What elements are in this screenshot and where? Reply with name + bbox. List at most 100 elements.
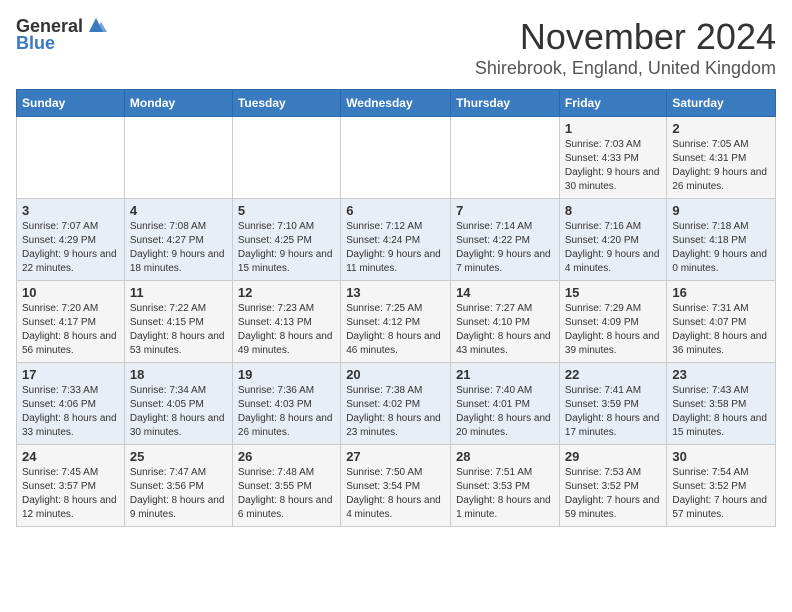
day-number: 30 [672, 449, 770, 464]
day-number: 14 [456, 285, 554, 300]
calendar-cell: 21 Sunrise: 7:40 AMSunset: 4:01 PMDayligh… [451, 363, 560, 445]
day-number: 18 [130, 367, 227, 382]
calendar-cell: 30 Sunrise: 7:54 AMSunset: 3:52 PMDayligh… [667, 445, 776, 527]
weekday-header: Tuesday [232, 90, 340, 117]
calendar-cell: 17 Sunrise: 7:33 AMSunset: 4:06 PMDayligh… [17, 363, 125, 445]
day-number: 25 [130, 449, 227, 464]
calendar-cell: 1Sunrise: 7:03 AMSunset: 4:33 PMDaylight… [559, 117, 666, 199]
weekday-header: Saturday [667, 90, 776, 117]
calendar-cell [451, 117, 560, 199]
calendar-cell: 14 Sunrise: 7:27 AMSunset: 4:10 PMDayligh… [451, 281, 560, 363]
day-number: 7 [456, 203, 554, 218]
day-number: 20 [346, 367, 445, 382]
day-info: Sunrise: 7:51 AMSunset: 3:53 PMDaylight:… [456, 466, 554, 522]
day-number: 1 [565, 121, 661, 136]
logo-icon [85, 14, 107, 36]
title-section: November 2024 Shirebrook, England, Unite… [475, 16, 776, 79]
day-number: 21 [456, 367, 554, 382]
weekday-header-row: SundayMondayTuesdayWednesdayThursdayFrid… [17, 90, 776, 117]
day-number: 9 [672, 203, 770, 218]
day-info: Sunrise: 7:27 AMSunset: 4:10 PMDaylight:… [456, 302, 554, 358]
day-number: 28 [456, 449, 554, 464]
day-number: 27 [346, 449, 445, 464]
calendar-week-row: 24Sunrise: 7:45 AMSunset: 3:57 PMDayligh… [17, 445, 776, 527]
day-number: 2 [672, 121, 770, 136]
day-info: Sunrise: 7:14 AMSunset: 4:22 PMDaylight:… [456, 220, 554, 276]
calendar-week-row: 3 Sunrise: 7:07 AMSunset: 4:29 PMDaylight… [17, 199, 776, 281]
day-info: Sunrise: 7:54 AMSunset: 3:52 PMDaylight:… [672, 466, 770, 522]
day-number: 26 [238, 449, 335, 464]
day-number: 13 [346, 285, 445, 300]
day-info: Sunrise: 7:48 AMSunset: 3:55 PMDaylight:… [238, 466, 335, 522]
calendar-cell: 8Sunrise: 7:16 AMSunset: 4:20 PMDaylight… [559, 199, 666, 281]
location-title: Shirebrook, England, United Kingdom [475, 58, 776, 79]
calendar-cell: 28 Sunrise: 7:51 AMSunset: 3:53 PMDayligh… [451, 445, 560, 527]
day-info: Sunrise: 7:36 AMSunset: 4:03 PMDaylight:… [238, 384, 335, 440]
month-title: November 2024 [475, 16, 776, 58]
calendar-cell: 13 Sunrise: 7:25 AMSunset: 4:12 PMDayligh… [341, 281, 451, 363]
calendar-cell: 16Sunrise: 7:31 AMSunset: 4:07 PMDayligh… [667, 281, 776, 363]
day-info: Sunrise: 7:38 AMSunset: 4:02 PMDaylight:… [346, 384, 445, 440]
calendar-cell: 19 Sunrise: 7:36 AMSunset: 4:03 PMDayligh… [232, 363, 340, 445]
day-number: 5 [238, 203, 335, 218]
day-number: 11 [130, 285, 227, 300]
calendar-cell: 25 Sunrise: 7:47 AMSunset: 3:56 PMDayligh… [124, 445, 232, 527]
day-info: Sunrise: 7:05 AMSunset: 4:31 PMDaylight:… [672, 138, 770, 194]
day-number: 8 [565, 203, 661, 218]
day-number: 12 [238, 285, 335, 300]
logo: General Blue [16, 16, 107, 54]
day-info: Sunrise: 7:31 AMSunset: 4:07 PMDaylight:… [672, 302, 770, 358]
day-number: 22 [565, 367, 661, 382]
calendar-cell: 15 Sunrise: 7:29 AMSunset: 4:09 PMDayligh… [559, 281, 666, 363]
calendar-cell: 12Sunrise: 7:23 AMSunset: 4:13 PMDayligh… [232, 281, 340, 363]
calendar-cell: 20 Sunrise: 7:38 AMSunset: 4:02 PMDayligh… [341, 363, 451, 445]
calendar-week-row: 10 Sunrise: 7:20 AMSunset: 4:17 PMDayligh… [17, 281, 776, 363]
calendar-cell: 24Sunrise: 7:45 AMSunset: 3:57 PMDayligh… [17, 445, 125, 527]
weekday-header: Thursday [451, 90, 560, 117]
day-info: Sunrise: 7:33 AMSunset: 4:06 PMDaylight:… [22, 384, 119, 440]
calendar-table: SundayMondayTuesdayWednesdayThursdayFrid… [16, 89, 776, 527]
day-number: 6 [346, 203, 445, 218]
calendar-cell: 3 Sunrise: 7:07 AMSunset: 4:29 PMDaylight… [17, 199, 125, 281]
day-info: Sunrise: 7:43 AMSunset: 3:58 PMDaylight:… [672, 384, 770, 440]
calendar-cell: 27Sunrise: 7:50 AMSunset: 3:54 PMDayligh… [341, 445, 451, 527]
day-info: Sunrise: 7:12 AMSunset: 4:24 PMDaylight:… [346, 220, 445, 276]
calendar-cell: 29Sunrise: 7:53 AMSunset: 3:52 PMDayligh… [559, 445, 666, 527]
page-header: General Blue November 2024 Shirebrook, E… [16, 16, 776, 79]
calendar-cell: 6 Sunrise: 7:12 AMSunset: 4:24 PMDaylight… [341, 199, 451, 281]
day-number: 29 [565, 449, 661, 464]
day-info: Sunrise: 7:40 AMSunset: 4:01 PMDaylight:… [456, 384, 554, 440]
day-number: 3 [22, 203, 119, 218]
day-number: 15 [565, 285, 661, 300]
weekday-header: Monday [124, 90, 232, 117]
day-info: Sunrise: 7:45 AMSunset: 3:57 PMDaylight:… [22, 466, 119, 522]
weekday-header: Sunday [17, 90, 125, 117]
day-info: Sunrise: 7:25 AMSunset: 4:12 PMDaylight:… [346, 302, 445, 358]
calendar-cell [341, 117, 451, 199]
day-info: Sunrise: 7:07 AMSunset: 4:29 PMDaylight:… [22, 220, 119, 276]
calendar-week-row: 1Sunrise: 7:03 AMSunset: 4:33 PMDaylight… [17, 117, 776, 199]
calendar-cell: 26 Sunrise: 7:48 AMSunset: 3:55 PMDayligh… [232, 445, 340, 527]
day-number: 23 [672, 367, 770, 382]
day-number: 4 [130, 203, 227, 218]
day-info: Sunrise: 7:18 AMSunset: 4:18 PMDaylight:… [672, 220, 770, 276]
calendar-cell: 4 Sunrise: 7:08 AMSunset: 4:27 PMDaylight… [124, 199, 232, 281]
calendar-week-row: 17 Sunrise: 7:33 AMSunset: 4:06 PMDayligh… [17, 363, 776, 445]
calendar-cell [17, 117, 125, 199]
calendar-cell: 10 Sunrise: 7:20 AMSunset: 4:17 PMDayligh… [17, 281, 125, 363]
day-number: 17 [22, 367, 119, 382]
day-info: Sunrise: 7:34 AMSunset: 4:05 PMDaylight:… [130, 384, 227, 440]
day-info: Sunrise: 7:08 AMSunset: 4:27 PMDaylight:… [130, 220, 227, 276]
day-info: Sunrise: 7:29 AMSunset: 4:09 PMDaylight:… [565, 302, 661, 358]
day-number: 10 [22, 285, 119, 300]
day-info: Sunrise: 7:47 AMSunset: 3:56 PMDaylight:… [130, 466, 227, 522]
day-number: 19 [238, 367, 335, 382]
calendar-cell [124, 117, 232, 199]
day-info: Sunrise: 7:20 AMSunset: 4:17 PMDaylight:… [22, 302, 119, 358]
weekday-header: Wednesday [341, 90, 451, 117]
logo-text-blue: Blue [16, 33, 55, 54]
calendar-cell: 5Sunrise: 7:10 AMSunset: 4:25 PMDaylight… [232, 199, 340, 281]
weekday-header: Friday [559, 90, 666, 117]
day-info: Sunrise: 7:41 AMSunset: 3:59 PMDaylight:… [565, 384, 661, 440]
calendar-cell: 7 Sunrise: 7:14 AMSunset: 4:22 PMDaylight… [451, 199, 560, 281]
